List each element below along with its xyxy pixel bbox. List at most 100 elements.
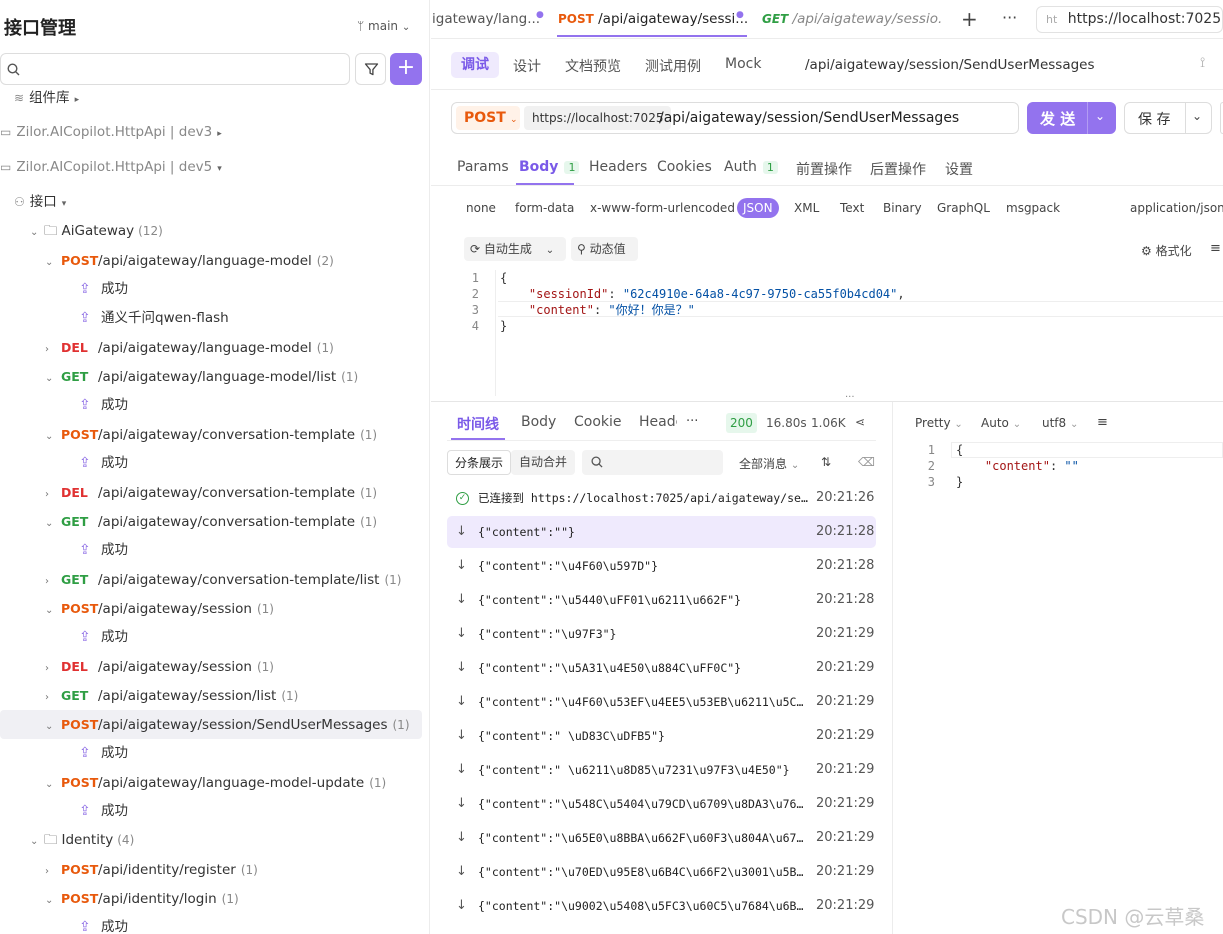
tree-item[interactable]: ⇪ 成功 <box>79 623 128 652</box>
tab-timeline[interactable]: 时间线 <box>457 414 499 434</box>
tree-item[interactable]: › DEL/api/aigateway/language-model (1) <box>45 333 334 362</box>
log-entry[interactable]: ↓ {"content":"\u5440\uFF01\u6211\u662F"} 2… <box>447 584 876 616</box>
log-entry[interactable]: ↓ {"content":""} 20:21:28 <box>447 516 876 548</box>
body-type-x-www-form-urlencoded[interactable]: x-www-form-urlencoded <box>590 201 735 215</box>
subnav-design[interactable]: 设计 <box>513 56 541 76</box>
auto-select[interactable]: Auto ⌄ <box>981 416 1021 430</box>
tree-item[interactable]: ⌄ GET/api/aigateway/language-model/list (1… <box>45 362 358 391</box>
log-entry[interactable]: ↓ {"content":"\u65E0\u8BBA\u662F\u60F3\u8… <box>447 822 876 854</box>
clear-icon[interactable]: ⌫ <box>858 455 875 469</box>
base-url-chip[interactable]: https://localhost:7025 <box>524 106 672 130</box>
branch-selector[interactable]: ᛘ main ⌄ <box>357 19 410 33</box>
chevron-down-icon[interactable]: ⌄ <box>45 248 55 277</box>
body-type-xml[interactable]: XML <box>794 201 819 215</box>
tree-item[interactable]: ⇪ 成功 <box>79 797 128 826</box>
tab-设置[interactable]: 设置 <box>945 159 973 179</box>
more-tabs-button[interactable]: ··· <box>1002 8 1017 27</box>
tree-item[interactable]: ⌄ POST/api/aigateway/session (1) <box>45 594 274 623</box>
tree-item[interactable]: ⌄ POST/api/aigateway/session/SendUserMess… <box>0 710 422 739</box>
chevron-right-icon[interactable]: › <box>45 480 55 509</box>
tree-item[interactable]: › GET/api/aigateway/conversation-template… <box>45 565 401 594</box>
more-tabs-button[interactable]: ··· <box>686 414 698 429</box>
save-button[interactable]: 保 存 ⌄ <box>1124 102 1212 134</box>
share-icon[interactable]: ⋖ <box>855 415 865 429</box>
environment-selector[interactable]: ht https://localhost:7025 <box>1036 6 1223 33</box>
tab-headers[interactable]: Heade <box>639 414 677 430</box>
tree-item[interactable]: ⇪ 成功 <box>79 275 128 304</box>
body-type-text[interactable]: Text <box>840 201 864 215</box>
body-type-graphql[interactable]: GraphQL <box>937 201 990 215</box>
tree-item[interactable]: ⇪ 成功 <box>79 913 128 934</box>
tree-item[interactable]: ⚇ 接口 ▾ <box>14 188 66 217</box>
pin-icon[interactable]: ⟟ <box>1200 55 1205 71</box>
chevron-right-icon[interactable]: › <box>45 567 55 596</box>
chevron-down-icon[interactable]: ⌄ <box>45 712 55 741</box>
chevron-right-icon[interactable]: › <box>45 335 55 364</box>
chevron-down-icon[interactable]: ⌄ <box>45 596 55 625</box>
chevron-right-icon[interactable]: › <box>45 857 55 886</box>
log-entry[interactable]: ↓ {"content":"\u4F60\u597D"} 20:21:28 <box>447 550 876 582</box>
auto-merge-button[interactable]: 自动合并 <box>511 450 576 475</box>
log-entry[interactable]: ↓ {"content":"\u70ED\u95E8\u6B4C\u66F2\u3… <box>447 856 876 888</box>
tree-item[interactable]: ⇪ 成功 <box>79 449 128 478</box>
wrap-icon[interactable]: ≡ <box>1097 415 1108 430</box>
format-button[interactable]: ⚙ 格式化 <box>1141 242 1192 259</box>
tab-前置操作[interactable]: 前置操作 <box>796 159 852 179</box>
body-type-json[interactable]: JSON <box>737 198 779 218</box>
filter-button[interactable] <box>355 53 386 85</box>
chevron-down-icon[interactable]: ⌄ <box>1192 109 1202 123</box>
tree-item[interactable]: ⇪ 成功 <box>79 391 128 420</box>
add-button[interactable]: + <box>390 53 422 85</box>
tab-body[interactable]: Body <box>521 414 556 430</box>
pretty-select[interactable]: Pretty ⌄ <box>915 416 963 430</box>
subnav-mock[interactable]: Mock <box>725 56 761 72</box>
tab-auth[interactable]: Auth 1 <box>724 159 778 175</box>
tree-item[interactable]: ⌄ 🗀 Identity (4) <box>30 826 134 855</box>
drag-handle-icon[interactable]: ··· <box>845 392 855 403</box>
tree-item[interactable]: ⌄ POST/api/aigateway/conversation-templat… <box>45 420 377 449</box>
encoding-select[interactable]: utf8 ⌄ <box>1042 416 1078 430</box>
tree-item[interactable]: ⌄ 🗀 AiGateway (12) <box>30 217 163 246</box>
log-entry[interactable]: ✓ 已连接到 https://localhost:7025/api/aigatew… <box>447 482 876 514</box>
split-view-button[interactable]: 分条展示 <box>447 450 512 475</box>
log-entry[interactable]: ↓ {"content":"\u9002\u5408\u5FC3\u60C5\u7… <box>447 890 876 922</box>
tree-item[interactable]: ⌄ POST/api/aigateway/language-model-updat… <box>45 768 386 797</box>
tab-language-model[interactable]: igateway/lang... ● <box>432 0 550 38</box>
body-type-none[interactable]: none <box>466 201 496 215</box>
log-entry[interactable]: ↓ {"content":"\u5A31\u4E50\u884C\uFF0C"} 2… <box>447 652 876 684</box>
tab-send-user-messages[interactable]: POST /api/aigateway/sessi... ● <box>558 0 748 38</box>
tab-session-get[interactable]: GET /api/aigateway/sessio... <box>762 0 942 38</box>
tree-item[interactable]: ⇪ 成功 <box>79 739 128 768</box>
log-search-input[interactable] <box>582 450 723 475</box>
tree-item[interactable]: ⌄ POST/api/aigateway/language-model (2) <box>45 246 334 275</box>
new-tab-button[interactable]: + <box>961 7 978 31</box>
chevron-down-icon[interactable]: ⌄ <box>45 886 55 915</box>
chevron-down-icon[interactable]: ⌄ <box>1095 109 1105 123</box>
content-type-select[interactable]: application/json <box>1130 201 1223 215</box>
wrap-icon[interactable]: ≡ <box>1210 241 1221 256</box>
panel-divider[interactable] <box>892 402 893 934</box>
splitter[interactable] <box>431 401 1223 402</box>
tree-item[interactable]: ⌄ GET/api/aigateway/conversation-template… <box>45 507 377 536</box>
tree-item[interactable]: ⇪ 成功 <box>79 536 128 565</box>
chevron-right-icon[interactable]: › <box>45 683 55 712</box>
send-button[interactable]: 发 送 ⌄ <box>1027 102 1116 134</box>
tab-cookie[interactable]: Cookie <box>574 414 622 430</box>
tree-item[interactable]: › GET/api/aigateway/session/list (1) <box>45 681 298 710</box>
subnav-doc-preview[interactable]: 文档预览 <box>565 56 621 76</box>
log-entry[interactable]: ↓ {"content":"\u4F60\u53EF\u4EE5\u53EB\u6… <box>447 686 876 718</box>
body-type-msgpack[interactable]: msgpack <box>1006 201 1060 215</box>
chevron-down-icon[interactable]: ⌄ <box>45 422 55 451</box>
log-entry[interactable]: ↓ {"content":" \uD83C\uDFB5"} 20:21:29 <box>447 720 876 752</box>
body-type-binary[interactable]: Binary <box>883 201 922 215</box>
log-entry[interactable]: ↓ {"content":"\u97F3"} 20:21:29 <box>447 618 876 650</box>
tree-item[interactable]: ▭ Zilor.AICopilot.HttpApi | dev5 ▾ <box>0 153 222 182</box>
tree-item[interactable]: ≋ 组件库 ▸ <box>14 84 79 113</box>
log-entry[interactable]: ↓ {"content":"\u548C\u5404\u79CD\u6709\u8… <box>447 788 876 820</box>
tab-headers[interactable]: Headers <box>589 159 647 175</box>
tree-item[interactable]: › POST/api/identity/register (1) <box>45 855 258 884</box>
chevron-down-icon[interactable]: ⌄ <box>45 364 55 393</box>
subnav-test-cases[interactable]: 测试用例 <box>645 56 701 76</box>
sort-icon[interactable]: ⇅ <box>821 455 831 469</box>
tree-item[interactable]: › DEL/api/aigateway/session (1) <box>45 652 274 681</box>
